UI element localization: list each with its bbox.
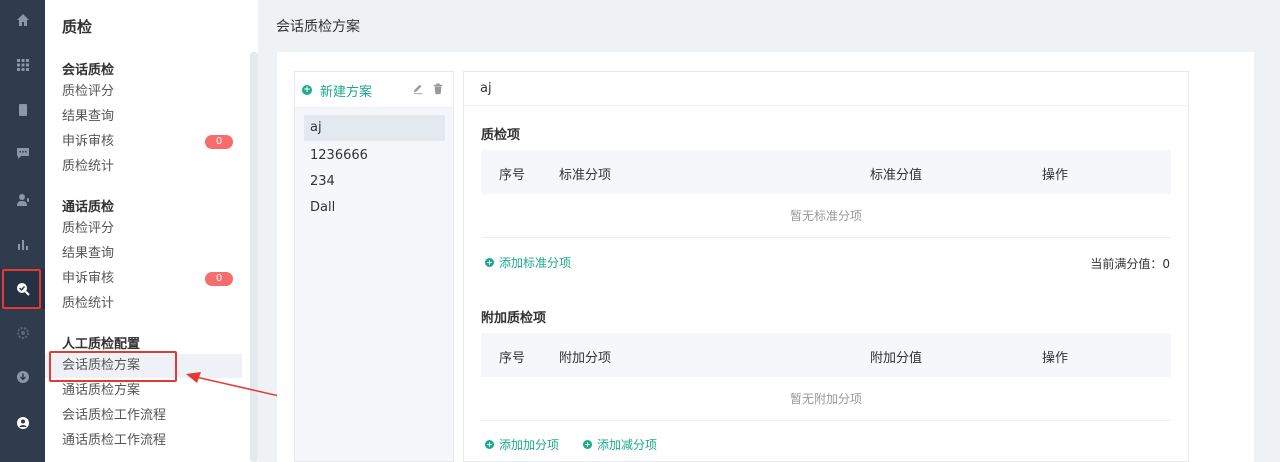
- message-icon[interactable]: [0, 133, 45, 173]
- apps-grid-icon[interactable]: [0, 45, 45, 85]
- col-action: 操作: [1042, 351, 1069, 366]
- nav-item-chat-results[interactable]: 结果查询: [45, 105, 242, 129]
- plan-detail: aj 质检项 序号 标准分项 标准分值 操作 暂无标准分项 + 添加标准分项 当…: [463, 71, 1189, 462]
- section-title-standard: 质检项: [481, 128, 521, 143]
- plus-circle-icon: +: [302, 85, 312, 95]
- page-title: 会话质检方案: [276, 19, 360, 35]
- plan-item[interactable]: aj: [304, 115, 445, 141]
- nav-item-call-results[interactable]: 结果查询: [45, 242, 242, 266]
- col-item: 附加分项: [559, 351, 612, 366]
- sub-navigation: 质检 会话质检 质检评分 结果查询 申诉审核 0 质检统计 通话质检 质检评分 结…: [45, 0, 258, 462]
- group-title-manual-config: 人工质检配置: [62, 337, 141, 352]
- settings-icon[interactable]: [0, 313, 45, 353]
- standard-items-table: 序号 标准分项 标准分值 操作 暂无标准分项: [481, 150, 1171, 238]
- group-title-call-qc: 通话质检: [62, 200, 115, 215]
- plan-item[interactable]: Dall: [304, 195, 445, 221]
- table-header: 序号 标准分项 标准分值 操作: [481, 150, 1171, 194]
- nav-item-chat-stats[interactable]: 质检统计: [45, 155, 242, 179]
- empty-state: 暂无附加分项: [481, 377, 1171, 421]
- extra-items-table: 序号 附加分项 附加分值 操作 暂无附加分项: [481, 333, 1171, 421]
- plus-circle-icon: +: [485, 257, 494, 267]
- plan-name: aj: [464, 72, 1188, 106]
- plan-list: + 新建方案 aj 1236666 234 Dall: [294, 71, 454, 462]
- nav-item-chat-appeal[interactable]: 申诉审核 0: [45, 130, 242, 154]
- col-action: 操作: [1042, 168, 1069, 183]
- current-full-score: 当前满分值：0: [1090, 257, 1170, 271]
- appeal-count-badge: 0: [205, 135, 233, 149]
- add-standard-item-button[interactable]: + 添加标准分项: [485, 254, 571, 270]
- group-title-chat-qc: 会话质检: [62, 63, 115, 78]
- nav-item-call-scoring[interactable]: 质检评分: [45, 217, 242, 241]
- nav-item-call-stats[interactable]: 质检统计: [45, 292, 242, 316]
- table-header: 序号 附加分项 附加分值 操作: [481, 333, 1171, 377]
- plan-item[interactable]: 1236666: [304, 143, 445, 169]
- nav-item-call-plan[interactable]: 通话质检方案: [45, 379, 242, 403]
- selected-nav-highlight: [49, 351, 177, 382]
- plus-circle-icon: +: [583, 439, 592, 449]
- edit-icon[interactable]: [411, 82, 425, 96]
- add-deduction-item-button[interactable]: + 添加减分项: [583, 436, 657, 452]
- download-icon[interactable]: [0, 357, 45, 397]
- bar-chart-icon[interactable]: [0, 224, 45, 264]
- add-bonus-item-button[interactable]: + 添加加分项: [485, 436, 559, 452]
- section-title-extra: 附加质检项: [481, 311, 547, 326]
- col-value: 附加分值: [870, 351, 923, 366]
- nav-item-call-workflow[interactable]: 通话质检工作流程: [45, 429, 242, 453]
- nav-item-call-appeal[interactable]: 申诉审核 0: [45, 267, 242, 291]
- home-icon[interactable]: [0, 0, 45, 40]
- user-headset-icon[interactable]: [0, 180, 45, 220]
- plan-item[interactable]: 234: [304, 169, 445, 195]
- subnav-scrollbar[interactable]: [250, 52, 258, 462]
- col-item: 标准分项: [559, 168, 612, 183]
- col-index: 序号: [499, 351, 526, 366]
- nav-item-chat-scoring[interactable]: 质检评分: [45, 80, 242, 104]
- plan-toolbar: + 新建方案: [295, 72, 453, 108]
- col-index: 序号: [499, 168, 526, 183]
- new-plan-button[interactable]: + 新建方案: [302, 81, 373, 100]
- col-value: 标准分值: [870, 168, 923, 183]
- empty-state: 暂无标准分项: [481, 194, 1171, 238]
- account-icon[interactable]: [0, 403, 45, 443]
- icon-rail: [0, 0, 45, 462]
- delete-icon[interactable]: [431, 82, 445, 96]
- new-plan-label: 新建方案: [320, 84, 373, 100]
- active-rail-highlight: [2, 269, 41, 309]
- plus-circle-icon: +: [485, 439, 494, 449]
- appeal-count-badge: 0: [205, 272, 233, 286]
- nav-item-chat-workflow[interactable]: 会话质检工作流程: [45, 404, 242, 428]
- book-icon[interactable]: [0, 90, 45, 130]
- subnav-title: 质检: [62, 18, 93, 36]
